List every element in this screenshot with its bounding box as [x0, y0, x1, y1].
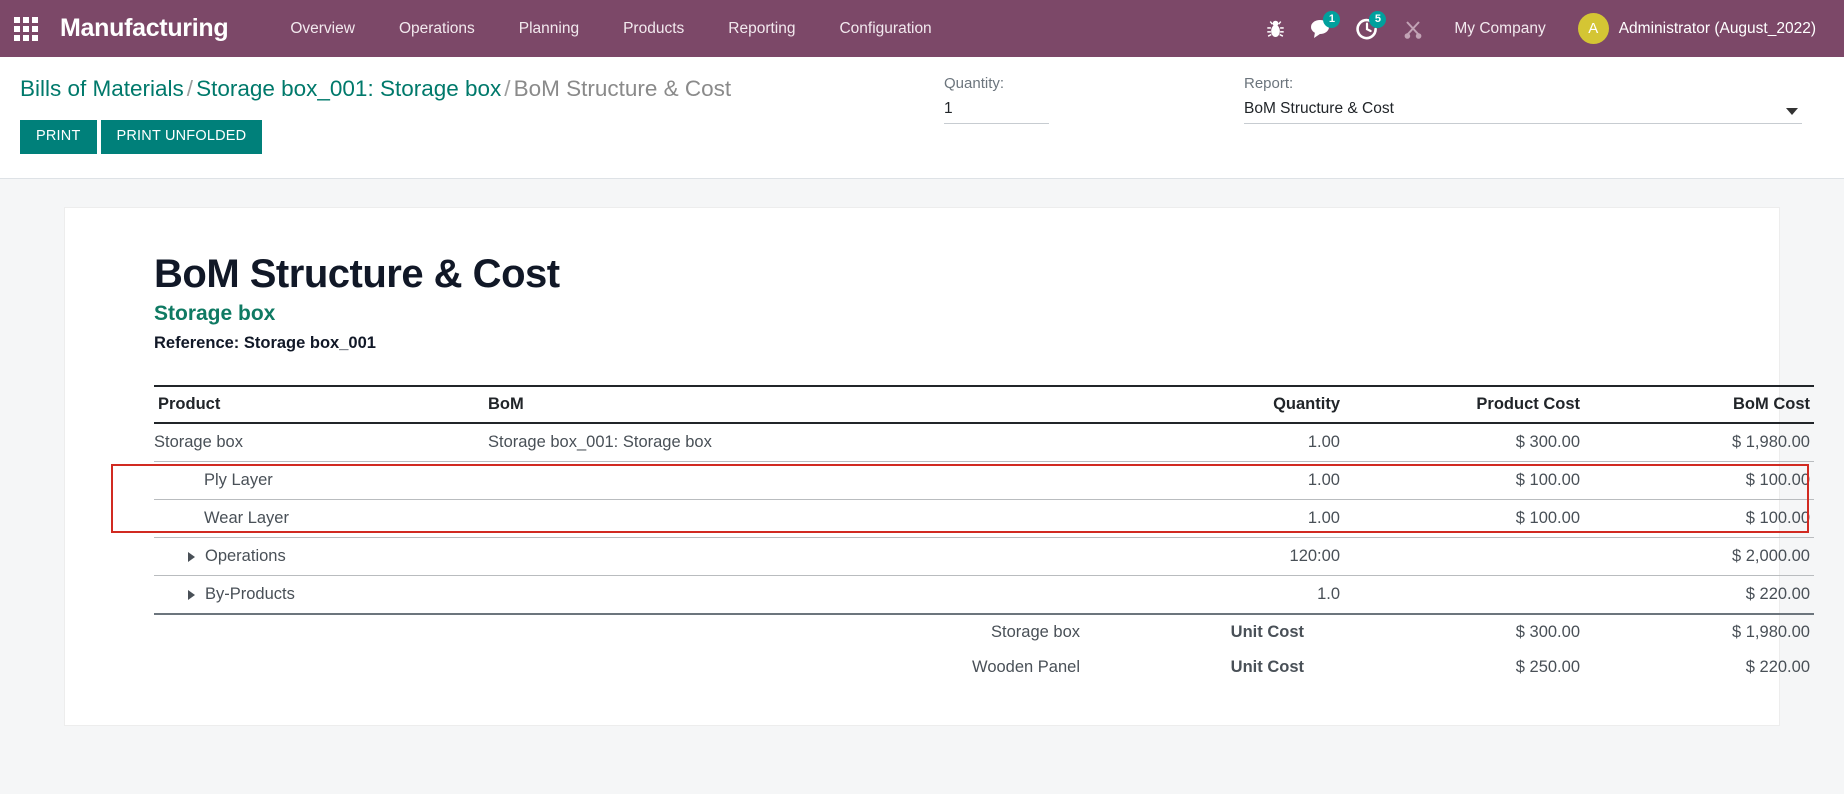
footer-spacer	[154, 650, 484, 685]
row-bom-cost: $ 100.00	[1584, 499, 1814, 538]
row-bom-cost: $ 100.00	[1584, 461, 1814, 500]
row-quantity: 1.00	[1104, 499, 1344, 538]
expand-triangle-icon[interactable]	[188, 551, 195, 562]
footer-row: Storage box Unit Cost $ 300.00 $ 1,980.0…	[154, 614, 1814, 650]
row-product-ply-layer[interactable]: Ply Layer	[154, 461, 484, 500]
row-bom	[484, 499, 1104, 538]
action-buttons: PRINT PRINT UNFOLDED	[20, 120, 1824, 154]
table-row[interactable]: Wear Layer 1.00 $ 100.00 $ 100.00	[154, 499, 1814, 538]
menu-item-reporting[interactable]: Reporting	[706, 12, 817, 46]
menu-item-configuration[interactable]: Configuration	[817, 12, 953, 46]
row-quantity: 1.0	[1104, 575, 1344, 615]
table-row[interactable]: Storage box Storage box_001: Storage box…	[154, 423, 1814, 462]
footer-unit-cost-label: Unit Cost	[1230, 623, 1304, 641]
scissors-icon[interactable]	[1390, 9, 1436, 49]
bom-structure-table: Product BoM Quantity Product Cost BoM Co…	[154, 385, 1814, 685]
col-bom-cost: BoM Cost	[1584, 385, 1814, 424]
breadcrumb-separator-2: /	[504, 76, 511, 101]
row-operations-cell[interactable]: Operations	[154, 537, 484, 576]
row-product-by-products: By-Products	[205, 585, 295, 603]
footer-row: Wooden Panel Unit Cost $ 250.00 $ 220.00	[154, 650, 1814, 685]
row-byproducts-cell[interactable]: By-Products	[154, 575, 484, 615]
footer-product-cost: $ 250.00	[1515, 658, 1580, 676]
breadcrumb-bills-of-materials[interactable]: Bills of Materials	[20, 76, 184, 101]
col-bom: BoM	[484, 385, 1104, 424]
report-label: Report:	[1244, 75, 1294, 92]
top-navbar: Manufacturing Overview Operations Planni…	[0, 0, 1844, 57]
row-bom-cost: $ 2,000.00	[1584, 537, 1814, 576]
row-product-cost: $ 300.00	[1344, 423, 1584, 462]
row-product-storage-box[interactable]: Storage box	[154, 423, 484, 462]
report-field-group: Report:	[1244, 75, 1802, 124]
print-unfolded-button[interactable]: PRINT UNFOLDED	[100, 120, 263, 154]
bom-table-wrap: Product BoM Quantity Product Cost BoM Co…	[89, 385, 1814, 685]
row-quantity: 1.00	[1104, 423, 1344, 462]
table-row[interactable]: By-Products 1.0 $ 220.00	[154, 575, 1814, 615]
content-background: BoM Structure & Cost Storage box Referen…	[0, 179, 1844, 794]
quantity-label: Quantity:	[944, 75, 1005, 92]
footer-spacer	[154, 614, 484, 650]
breadcrumb-separator-1: /	[186, 76, 194, 101]
activities-badge: 5	[1369, 10, 1387, 28]
apps-grid-icon[interactable]	[14, 16, 38, 41]
row-bom	[484, 537, 1104, 576]
quantity-input[interactable]	[944, 98, 1049, 124]
bug-icon[interactable]	[1252, 9, 1298, 49]
report-select-input[interactable]	[1244, 98, 1802, 124]
row-product-cost	[1344, 575, 1584, 615]
main-menu: Overview Operations Planning Products Re…	[268, 12, 953, 46]
row-bom-cost: $ 1,980.00	[1584, 423, 1814, 462]
navbar-right-tools: 1 5 My Company A Administrator (August_2…	[1252, 9, 1822, 49]
row-product-cost	[1344, 537, 1584, 576]
row-bom-storage-box[interactable]: Storage box_001: Storage box	[484, 423, 1104, 462]
quantity-field-group: Quantity:	[944, 75, 1049, 124]
col-quantity: Quantity	[1104, 385, 1344, 424]
control-panel: Bills of Materials / Storage box_001: Stor…	[0, 57, 1844, 179]
row-product-operations: Operations	[205, 547, 286, 565]
report-reference: Reference: Storage box_001	[154, 334, 376, 352]
breadcrumb-current: BoM Structure & Cost	[513, 76, 732, 101]
messages-badge: 1	[1323, 10, 1341, 28]
footer-name-wooden-panel: Wooden Panel	[972, 658, 1080, 676]
row-bom-cost: $ 220.00	[1584, 575, 1814, 615]
footer-unit-cost-label: Unit Cost	[1230, 658, 1304, 676]
breadcrumb-storage-box-001[interactable]: Storage box_001: Storage box	[196, 76, 501, 101]
app-brand-manufacturing[interactable]: Manufacturing	[60, 14, 229, 43]
menu-item-planning[interactable]: Planning	[497, 12, 601, 46]
footer-bom-cost: $ 220.00	[1745, 658, 1810, 676]
user-name-label: Administrator (August_2022)	[1618, 19, 1816, 37]
menu-item-overview[interactable]: Overview	[268, 12, 377, 46]
messages-icon[interactable]: 1	[1298, 9, 1344, 49]
table-header-row: Product BoM Quantity Product Cost BoM Co…	[154, 385, 1814, 424]
row-bom	[484, 461, 1104, 500]
avatar: A	[1577, 13, 1609, 44]
row-product-cost: $ 100.00	[1344, 499, 1584, 538]
report-sheet: BoM Structure & Cost Storage box Referen…	[64, 207, 1814, 726]
row-quantity: 120:00	[1104, 537, 1344, 576]
menu-item-operations[interactable]: Operations	[377, 12, 497, 46]
expand-triangle-icon[interactable]	[188, 589, 195, 600]
print-button[interactable]: PRINT	[20, 120, 97, 154]
col-product-cost: Product Cost	[1344, 385, 1584, 424]
row-quantity: 1.00	[1104, 461, 1344, 500]
company-switcher[interactable]: My Company	[1436, 12, 1563, 46]
footer-product-cost: $ 300.00	[1515, 623, 1580, 641]
user-menu[interactable]: A Administrator (August_2022)	[1564, 9, 1822, 48]
page-title: BoM Structure & Cost	[154, 252, 560, 296]
table-row[interactable]: Operations 120:00 $ 2,000.00	[154, 537, 1814, 576]
report-product-name: Storage box	[154, 302, 276, 325]
report-select-wrap[interactable]	[1244, 98, 1802, 124]
table-row[interactable]: Ply Layer 1.00 $ 100.00 $ 100.00	[154, 461, 1814, 500]
row-bom	[484, 575, 1104, 615]
footer-bom-cost: $ 1,980.00	[1732, 623, 1810, 641]
row-product-cost: $ 100.00	[1344, 461, 1584, 500]
activities-clock-icon[interactable]: 5	[1344, 9, 1390, 49]
row-product-wear-layer[interactable]: Wear Layer	[154, 499, 484, 538]
col-product: Product	[154, 385, 484, 424]
menu-item-products[interactable]: Products	[601, 12, 706, 46]
footer-name-storage-box: Storage box	[991, 623, 1080, 641]
